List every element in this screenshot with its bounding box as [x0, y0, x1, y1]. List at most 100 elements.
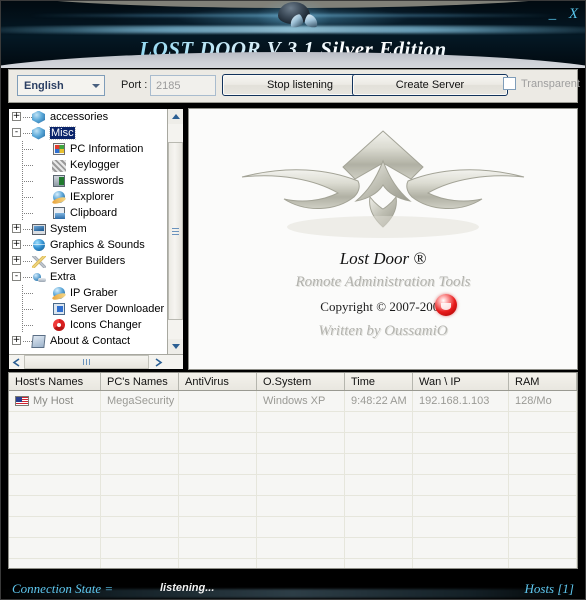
table-row-empty[interactable]: [9, 538, 577, 559]
feature-tree-panel: + accessories - Misc PC Information Keylogger…: [8, 108, 184, 370]
port-input[interactable]: 2185: [150, 75, 216, 96]
application-window: _ X LOST DOOR V 3.1 Silver Edition Engli…: [0, 0, 586, 600]
table-cell-empty: [509, 433, 577, 453]
tree-item-server-downloader[interactable]: Server Downloader: [9, 301, 167, 317]
tree-item-about-contact[interactable]: + About & Contact: [9, 333, 167, 349]
internet-explorer-icon-glyph: [53, 286, 65, 299]
about-icon: [31, 334, 47, 349]
minimize-button[interactable]: _: [549, 6, 557, 23]
table-cell-empty: [257, 475, 345, 495]
hosts-count-label: Hosts [1]: [524, 581, 575, 596]
table-cell-empty: [101, 475, 179, 495]
collapse-icon[interactable]: -: [12, 272, 21, 281]
expand-icon[interactable]: +: [12, 112, 21, 121]
logo-author: Written by OussamiO: [318, 323, 448, 339]
table-row-empty[interactable]: [9, 412, 577, 433]
tree-item-ip-graber[interactable]: IP Graber: [9, 285, 167, 301]
table-cell-empty: [509, 559, 577, 568]
create-server-button[interactable]: Create Server: [352, 74, 508, 96]
scroll-down-icon[interactable]: [168, 339, 183, 354]
column-header[interactable]: Time: [345, 373, 413, 390]
close-button[interactable]: X: [569, 6, 578, 23]
tree-item-system[interactable]: + System: [9, 221, 167, 237]
table-row-empty[interactable]: [9, 475, 577, 496]
tree-item-server-builders[interactable]: + Server Builders: [9, 253, 167, 269]
tree-scroll-thumb[interactable]: [168, 142, 183, 320]
column-header[interactable]: Wan \ IP: [413, 373, 509, 390]
table-cell-empty: [509, 475, 577, 495]
collapse-icon[interactable]: -: [12, 128, 21, 137]
table-row-empty[interactable]: [9, 454, 577, 475]
tree-guide-line: [22, 309, 34, 310]
monitor-icon: [31, 222, 47, 237]
table-cell-empty: [9, 454, 101, 474]
column-header[interactable]: RAM: [509, 373, 577, 390]
column-header[interactable]: Host's Names: [9, 373, 101, 390]
table-row-empty[interactable]: [9, 496, 577, 517]
tree-vertical-scrollbar[interactable]: [167, 109, 183, 354]
language-select[interactable]: English: [17, 75, 105, 96]
tree-horizontal-scrollbar[interactable]: [9, 354, 183, 369]
table-cell-empty: [101, 433, 179, 453]
table-cell-empty: [345, 433, 413, 453]
tree-item-label: Passwords: [70, 175, 124, 187]
tree-item-pc-information[interactable]: PC Information: [9, 141, 167, 157]
scroll-right-icon[interactable]: [151, 355, 166, 369]
tree-item-clipboard[interactable]: Clipboard: [9, 205, 167, 221]
scroll-left-icon[interactable]: [9, 355, 24, 369]
table-cell-pc: MegaSecurity: [101, 391, 179, 411]
tree-guide-line: [22, 293, 34, 294]
recycle-icon-glyph: [53, 318, 65, 331]
us-flag-icon: [15, 396, 29, 406]
alien-head-shape: [278, 2, 320, 29]
table-row-empty[interactable]: [9, 517, 577, 538]
transparent-checkbox-group[interactable]: Transparent: [503, 77, 580, 90]
table-cell-empty: [179, 475, 257, 495]
tree-item-accessories[interactable]: + accessories: [9, 109, 167, 125]
table-row-empty[interactable]: [9, 559, 577, 568]
tree-guide-line: [22, 181, 34, 182]
table-cell-empty: [345, 538, 413, 558]
table-row[interactable]: My Host MegaSecurity Windows XP 9:48:22 AM 1…: [9, 391, 577, 412]
table-cell-empty: [101, 412, 179, 432]
transparent-checkbox[interactable]: [503, 77, 516, 90]
table-cell-empty: [509, 496, 577, 516]
column-header[interactable]: AntiVirus: [179, 373, 257, 390]
tree-item-graphics-sounds[interactable]: + Graphics & Sounds: [9, 237, 167, 253]
expand-icon[interactable]: +: [12, 336, 21, 345]
tree-hscroll-thumb[interactable]: [24, 355, 149, 369]
scroll-up-icon[interactable]: [168, 109, 183, 124]
connection-state-value: listening...: [160, 582, 215, 594]
tree-item-extra[interactable]: - Extra: [9, 269, 167, 285]
tree-item-misc[interactable]: - Misc: [9, 125, 167, 141]
table-cell-empty: [509, 454, 577, 474]
column-header[interactable]: PC's Names: [101, 373, 179, 390]
hosts-table: Host's Names PC's Names AntiVirus O.System T…: [8, 372, 578, 569]
tree-guide-line: [22, 325, 34, 326]
tree-guide-line: [22, 165, 34, 166]
table-cell-empty: [101, 559, 179, 568]
tree-item-icons-changer[interactable]: Icons Changer: [9, 317, 167, 333]
tools-icon-glyph: [32, 255, 46, 268]
table-cell-empty: [413, 538, 509, 558]
table-cell-empty: [413, 559, 509, 568]
table-cell-host: My Host: [9, 391, 101, 411]
table-cell-empty: [179, 517, 257, 537]
expand-icon[interactable]: +: [12, 256, 21, 265]
tree-item-label: IP Graber: [70, 287, 118, 299]
tree-item-label: Clipboard: [70, 207, 118, 219]
hosts-table-body[interactable]: My Host MegaSecurity Windows XP 9:48:22 AM 1…: [9, 391, 577, 568]
expand-icon[interactable]: +: [12, 240, 21, 249]
tree-scroll-track[interactable]: [168, 124, 183, 339]
column-header[interactable]: O.System: [257, 373, 345, 390]
tree-item-iexplorer[interactable]: IExplorer: [9, 189, 167, 205]
cube-icon-glyph: [32, 110, 45, 124]
table-cell-empty: [9, 433, 101, 453]
extra-icon: [31, 270, 47, 285]
tree-item-keylogger[interactable]: Keylogger: [9, 157, 167, 173]
expand-icon[interactable]: +: [12, 224, 21, 233]
table-row-empty[interactable]: [9, 433, 577, 454]
tree-item-passwords[interactable]: Passwords: [9, 173, 167, 189]
feature-tree[interactable]: + accessories - Misc PC Information Keylogger…: [9, 109, 167, 354]
table-cell-empty: [9, 538, 101, 558]
